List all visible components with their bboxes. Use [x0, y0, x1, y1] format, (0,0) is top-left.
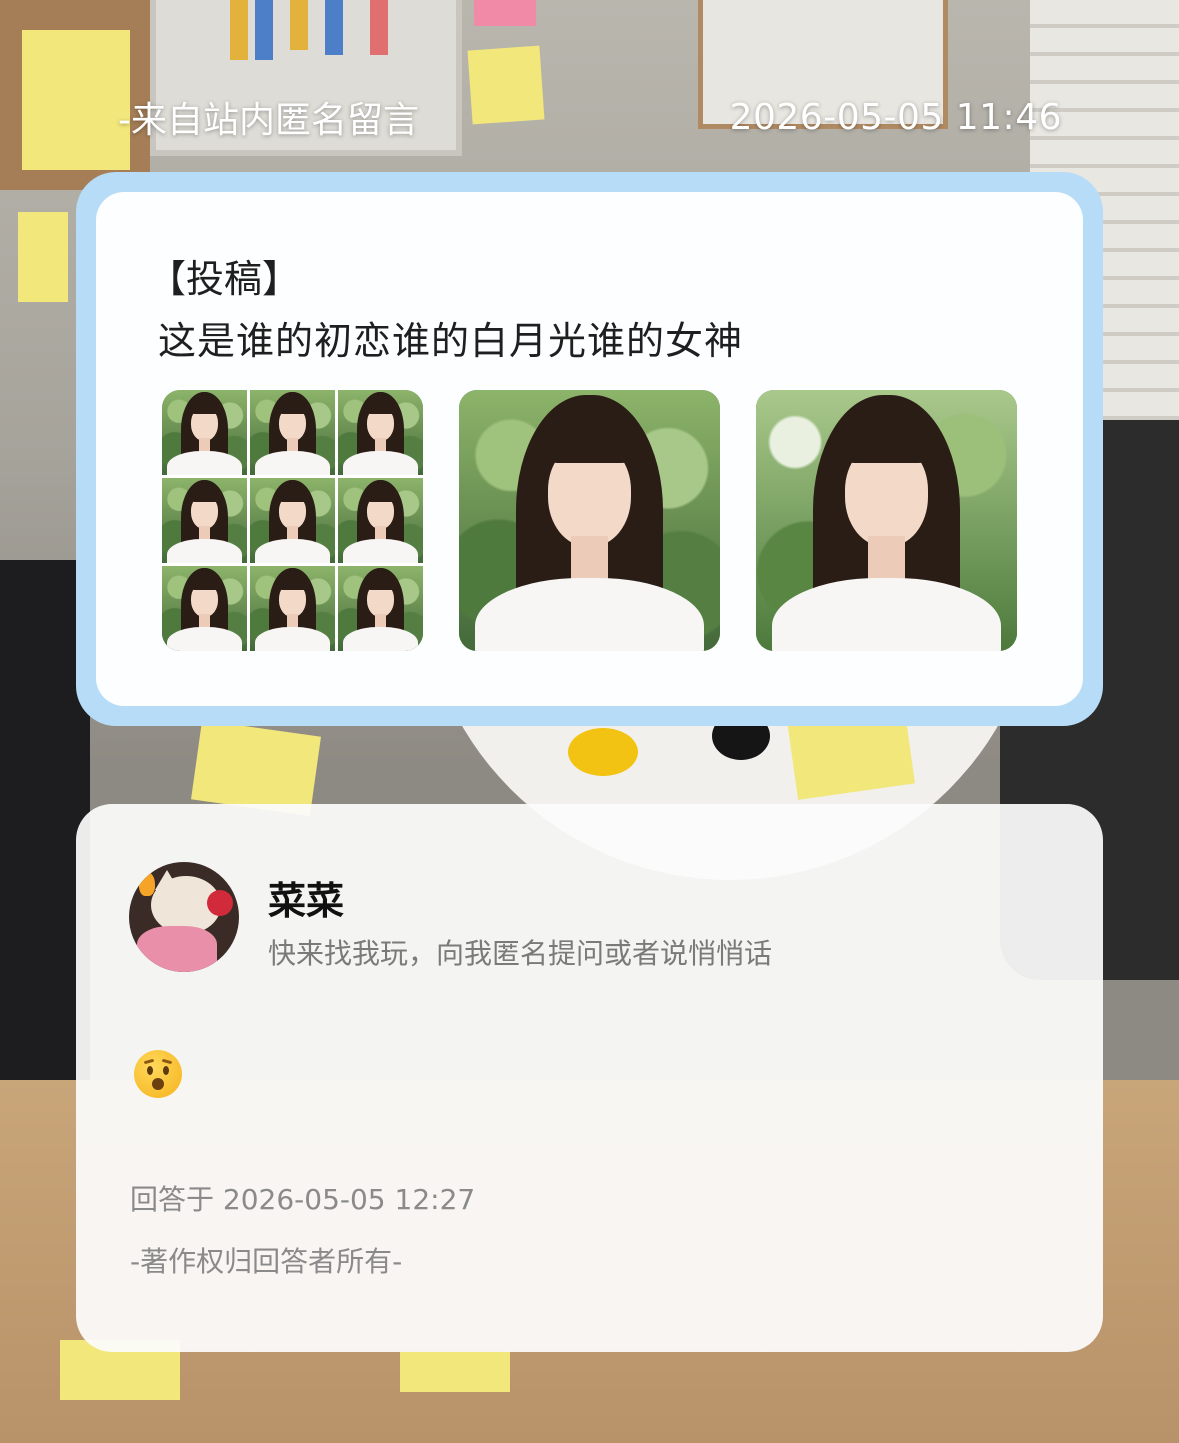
message-header: -来自站内匿名留言 2026-05-05 11:46	[118, 92, 1062, 142]
answerer-name[interactable]: 菜菜	[268, 870, 344, 925]
question-card-body: 【投稿】 这是谁的初恋谁的白月光谁的女神	[96, 192, 1083, 706]
question-image-portrait-1[interactable]	[459, 390, 720, 651]
message-timestamp: 2026-05-05 11:46	[729, 96, 1062, 138]
hello-kitty-avatar-icon[interactable]	[129, 862, 239, 972]
copyright-note: -著作权归回答者所有-	[130, 1245, 403, 1278]
question-card: 【投稿】 这是谁的初恋谁的白月光谁的女神	[76, 172, 1103, 726]
question-image-portrait-2[interactable]	[756, 390, 1017, 651]
question-tag: 【投稿】	[148, 257, 301, 301]
question-image-row	[162, 390, 1017, 651]
answered-timestamp: 回答于 2026-05-05 12:27	[130, 1183, 476, 1216]
question-image-collage[interactable]	[162, 390, 423, 651]
astonished-face-emoji-icon	[130, 1046, 186, 1102]
answerer-bio: 快来找我玩，向我匿名提问或者说悄悄话	[268, 937, 773, 970]
question-text: 这是谁的初恋谁的白月光谁的女神	[158, 319, 744, 363]
answer-card: 菜菜 快来找我玩，向我匿名提问或者说悄悄话 回答于 2026-05-05 12:…	[76, 804, 1103, 1352]
message-source: -来自站内匿名留言	[118, 100, 419, 141]
